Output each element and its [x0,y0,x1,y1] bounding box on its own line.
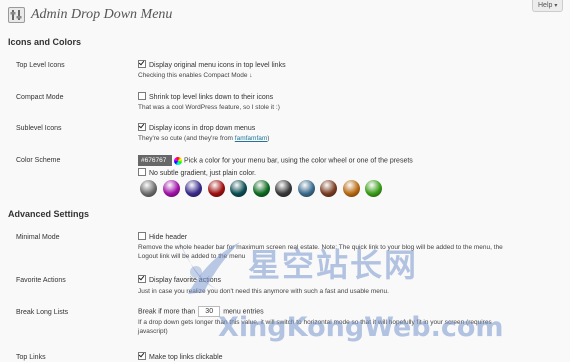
label-top-level-icons: Top Level Icons [16,62,65,69]
color-preset-swatch[interactable] [297,180,315,197]
checkbox-favorite-actions[interactable] [138,275,146,283]
option-break-long-lists: Break if more than 30 menu entries [138,306,264,317]
option-plain-color-text: No subtle gradient, just plain color. [149,170,257,177]
label-break-long-lists: Break Long Lists [16,309,69,316]
option-favorite-actions: Display favorite actions [138,275,221,285]
option-plain-color: No subtle gradient, just plain color. [138,168,256,178]
help-tab[interactable]: Help ▾ [532,0,564,12]
label-top-links: Top Links [16,354,46,361]
break-prefix: Break if more than [138,308,196,316]
option-compact-mode: Shrink top level links down to their ico… [138,92,273,102]
page-header: Admin Drop Down Menu Help ▾ [0,0,570,28]
break-suffix: menu entries [223,308,264,316]
color-scheme-control: #676767 Pick a color for your menu bar, u… [138,155,413,166]
option-sublevel-icons: Display icons in drop down menus [138,123,255,133]
desc-top-level-icons: Checking this enables Compact Mode ↓ [138,72,253,79]
checkbox-sublevel-icons[interactable] [138,123,146,131]
color-scheme-hint: Pick a color for your menu bar, using th… [184,157,413,165]
desc-compact-mode: That was a cool WordPress feature, so I … [138,104,280,111]
label-minimal-mode: Minimal Mode [16,234,60,241]
color-preset-swatch[interactable] [185,180,202,197]
desc-sublevel-prefix: They're so cute (and they're from [138,135,235,142]
section-title-icons-colors: Icons and Colors [8,37,82,47]
color-preset-swatch[interactable] [140,180,157,197]
option-compact-mode-text: Shrink top level links down to their ico… [149,94,274,101]
label-favorite-actions: Favorite Actions [16,277,66,284]
option-top-level-icons: Display original menu icons in top level… [138,60,286,70]
section-title-advanced: Advanced Settings [8,209,90,219]
desc-break-long-lists-2: javascript) [138,328,168,335]
break-threshold-input[interactable]: 30 [198,306,221,317]
settings-icon [8,7,25,23]
desc-minimal-mode: Remove the whole header bar for maximum … [138,244,503,251]
desc-sublevel-icons: They're so cute (and they're from famfam… [138,134,269,143]
option-minimal-mode: Hide header [138,232,187,242]
help-label: Help [538,2,553,9]
color-preset-swatch[interactable] [162,180,180,197]
option-top-links: Make top links clickable [138,352,223,362]
color-preset-swatch[interactable] [365,180,382,197]
color-preset-swatch[interactable] [252,180,270,197]
page-title: Admin Drop Down Menu [31,7,173,22]
option-top-links-text: Make top links clickable [149,354,223,361]
checkbox-top-links[interactable] [138,352,146,360]
option-sublevel-icons-text: Display icons in drop down menus [149,125,256,132]
checkbox-plain-color[interactable] [138,168,146,176]
settings-page: Admin Drop Down Menu Help ▾ Icons and Col… [0,0,570,362]
label-sublevel-icons: Sublevel Icons [16,125,62,132]
checkbox-top-level-icons[interactable] [138,60,146,68]
desc-favorite-actions: Just in case you realize you don't need … [138,288,389,295]
label-color-scheme: Color Scheme [16,157,61,164]
option-top-level-icons-text: Display original menu icons in top level… [149,62,286,69]
color-preset-swatch[interactable] [342,180,360,197]
color-value-input[interactable]: #676767 [138,155,172,166]
color-wheel-icon[interactable] [174,156,182,165]
color-preset-swatch[interactable] [207,180,225,197]
color-preset-swatch[interactable] [320,180,337,197]
desc-sublevel-suffix: ) [267,135,270,142]
chevron-down-icon: ▾ [554,3,558,9]
desc-minimal-mode-2: Logout link will be added to the menu [138,253,246,260]
color-preset-swatch[interactable] [230,180,247,197]
color-preset-swatch[interactable] [275,180,292,197]
famfamfam-link[interactable]: famfamfam [235,135,268,142]
checkbox-compact-mode[interactable] [138,92,146,100]
option-minimal-mode-text: Hide header [149,234,188,241]
desc-break-long-lists: If a drop down gets longer than this val… [138,319,492,326]
label-compact-mode: Compact Mode [16,94,64,101]
checkbox-hide-header[interactable] [138,232,146,240]
option-favorite-actions-text: Display favorite actions [149,277,221,284]
